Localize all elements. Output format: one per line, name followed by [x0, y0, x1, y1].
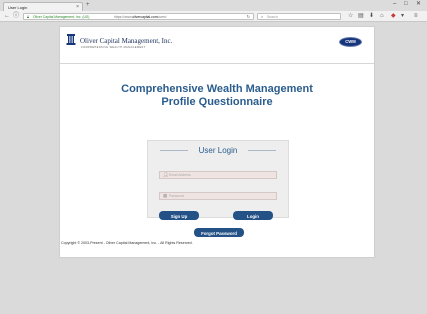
login-title-row: User Login [148, 145, 288, 157]
menu-icon[interactable]: ≡ [414, 13, 418, 19]
copyright-text: Copyright © 2003-Present - Oliver Capita… [61, 241, 193, 245]
heading-line-1: Comprehensive Wealth Management [121, 83, 313, 95]
back-icon[interactable]: ← [4, 13, 10, 19]
password-field[interactable]: ▦ [159, 192, 277, 200]
email-field[interactable]: 👤︎ [159, 171, 277, 179]
browser-navbar: ← ⓘ 🔒︎ Oliver Capital Management, Inc. (… [0, 11, 427, 22]
page-heading: Comprehensive Wealth Management Profile … [60, 83, 374, 109]
keypad-icon: ▦ [163, 193, 168, 198]
url-path: /cwm/ [157, 15, 167, 19]
email-input[interactable] [169, 172, 273, 178]
password-input[interactable] [169, 193, 273, 199]
download-icon[interactable]: ⬇ [369, 13, 374, 19]
url-organization: Oliver Capital Management, Inc. (US) [33, 15, 90, 19]
address-bar[interactable]: 🔒︎ Oliver Capital Management, Inc. (US) … [23, 13, 254, 20]
url-prefix: https://www. [114, 15, 133, 19]
heading-line-2: Profile Questionnaire [161, 96, 273, 108]
search-bar[interactable]: ⌕ Search [257, 13, 341, 20]
company-logo-icon [66, 34, 76, 45]
browser-titlebar: User Login × + – □ ✕ [0, 0, 427, 11]
lock-icon: 🔒︎ [27, 14, 30, 19]
search-placeholder: Search [267, 15, 278, 19]
bookmark-star-icon[interactable]: ☆ [348, 13, 353, 19]
page-container: Oliver Capital Management, Inc. COMPREHE… [59, 26, 375, 258]
sign-up-button[interactable]: Sign Up [159, 211, 199, 220]
title-rule-right [248, 150, 276, 151]
forgot-password-button[interactable]: Forgot Password [194, 228, 244, 237]
minimize-icon[interactable]: – [393, 1, 396, 7]
maximize-icon[interactable]: □ [404, 1, 408, 7]
user-icon: 👤︎ [163, 172, 169, 177]
reading-list-icon[interactable]: ▤ [358, 13, 364, 19]
url-text: https://www.olivercapital.com/cwm/ [114, 15, 166, 19]
new-tab-icon[interactable]: + [86, 2, 90, 8]
url-host: olivercapital.com [132, 15, 158, 19]
cwm-badge[interactable]: CWM [339, 37, 362, 47]
login-panel: User Login 👤︎ ▦ Sign Up Login Forgot Pas… [147, 140, 289, 237]
window-close-icon[interactable]: ✕ [416, 1, 421, 7]
info-icon[interactable]: ⓘ [13, 13, 19, 19]
browser-tab[interactable]: User Login × [3, 2, 83, 11]
company-name: Oliver Capital Management, Inc. [80, 37, 173, 45]
header-divider [60, 63, 374, 64]
search-icon: ⌕ [261, 14, 264, 19]
dropdown-icon[interactable]: ▾ [401, 13, 404, 19]
tab-title: User Login [8, 5, 28, 10]
login-button[interactable]: Login [233, 211, 273, 220]
reload-icon[interactable]: ↻ [247, 14, 250, 19]
home-icon[interactable]: ⌂ [380, 13, 384, 19]
extension-icon[interactable]: ◆ [391, 13, 396, 19]
close-tab-icon[interactable]: × [76, 4, 79, 10]
company-tagline: COMPREHENSIVE WEALTH MANAGEMENT [81, 46, 146, 49]
